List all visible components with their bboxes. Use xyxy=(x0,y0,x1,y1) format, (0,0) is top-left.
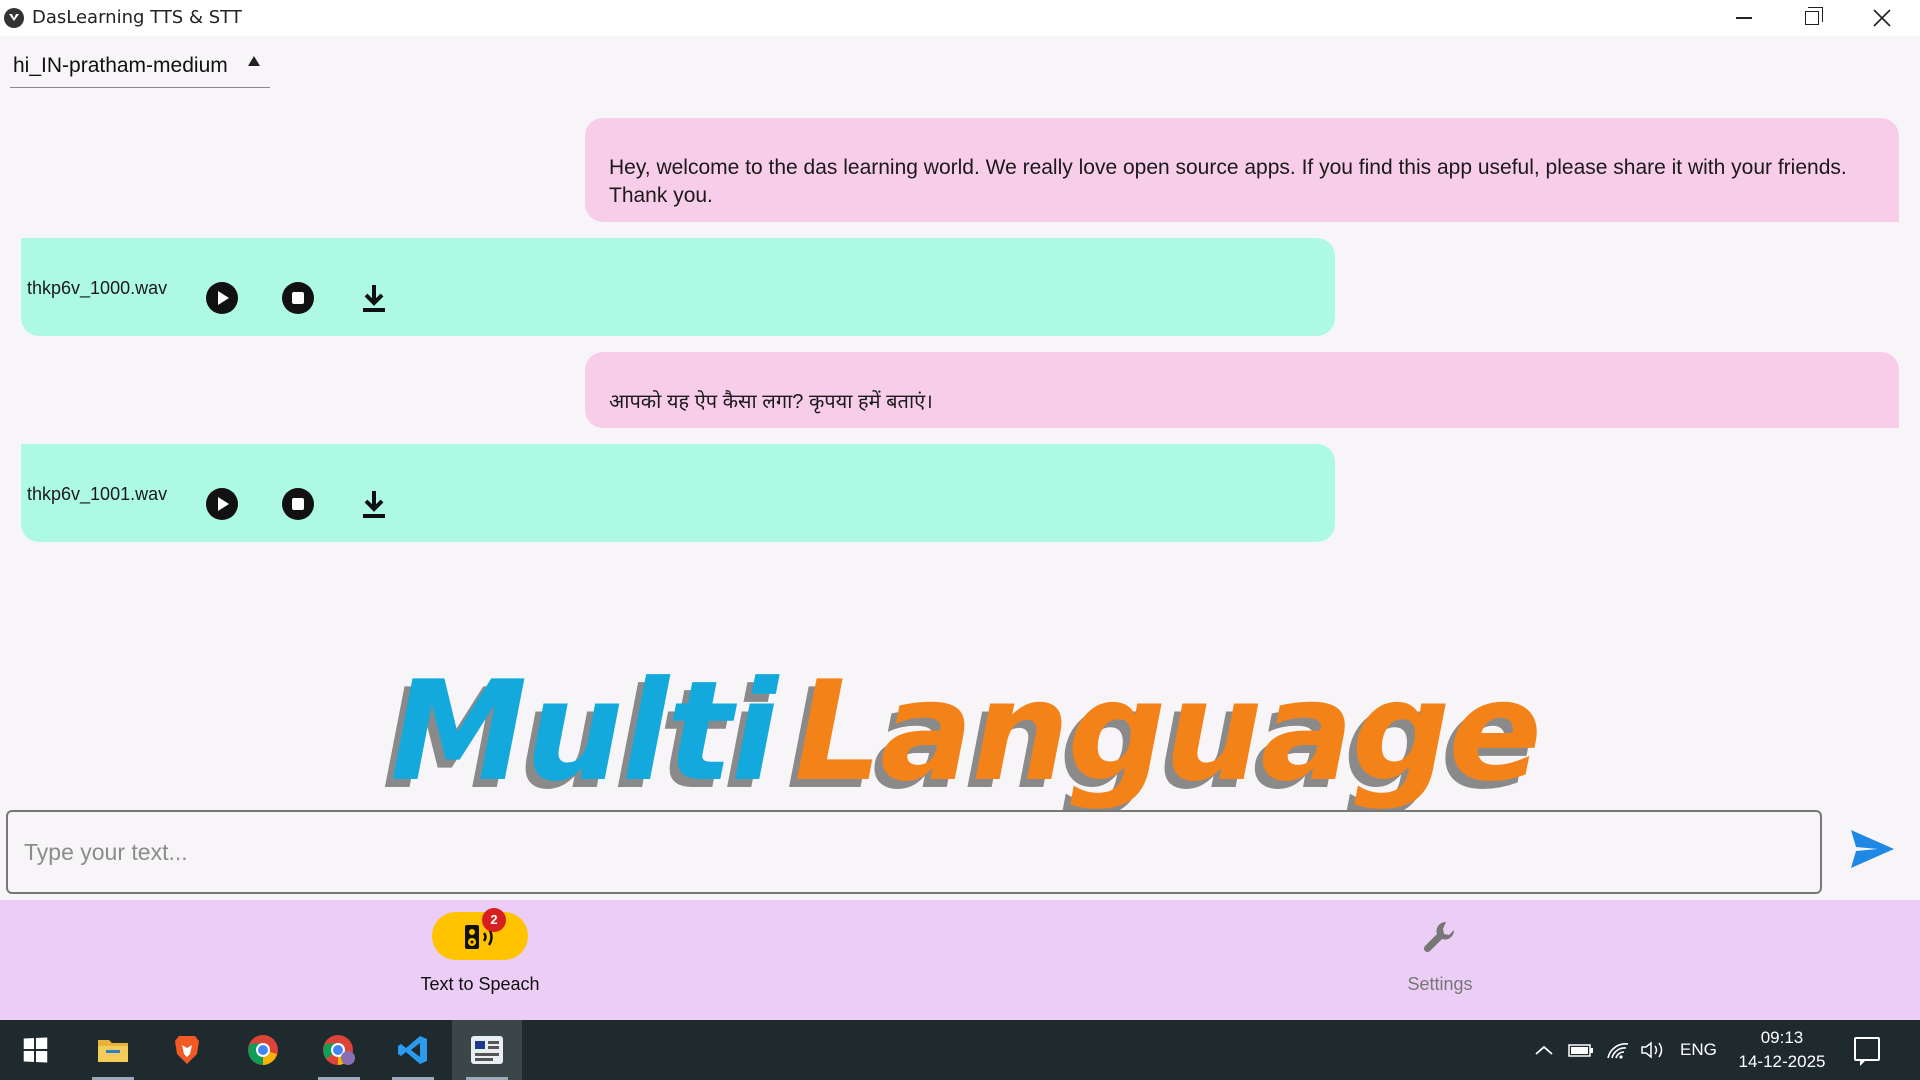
brave-icon xyxy=(175,1036,199,1064)
bottom-navigation: 2 Text to Speach Settings xyxy=(0,900,1920,1020)
wrench-icon xyxy=(1423,921,1455,953)
voice-dropdown[interactable]: hi_IN-pratham-medium xyxy=(10,50,270,88)
nav-label-tts: Text to Speach xyxy=(420,974,540,994)
chrome-icon xyxy=(248,1035,278,1065)
download-icon[interactable] xyxy=(359,282,389,314)
nav-settings[interactable]: Settings xyxy=(1290,900,1590,1020)
multi-language-banner: Multi Language xyxy=(390,652,1590,812)
close-icon xyxy=(1873,9,1891,27)
windows-taskbar: ENG 09:13 14-12-2025 xyxy=(0,1020,1920,1080)
taskbar-file-explorer[interactable] xyxy=(78,1020,148,1080)
dropdown-arrow-icon xyxy=(248,56,260,66)
voice-dropdown-value: hi_IN-pratham-medium xyxy=(13,54,228,77)
taskbar-vscode[interactable] xyxy=(378,1020,448,1080)
tray-clock[interactable]: 09:13 14-12-2025 xyxy=(1730,1026,1834,1074)
tts-app-icon xyxy=(471,1036,503,1064)
taskbar-tts-app[interactable] xyxy=(452,1020,522,1080)
stop-button[interactable] xyxy=(282,488,314,520)
text-input[interactable] xyxy=(6,810,1822,894)
app-logo-icon xyxy=(4,8,24,28)
taskbar-chrome[interactable] xyxy=(228,1020,298,1080)
nav-active-indicator xyxy=(432,912,528,960)
volume-icon xyxy=(1641,1041,1663,1059)
audio-filename: thkp6v_1001.wav xyxy=(27,484,168,504)
nav-text-to-speech[interactable]: 2 Text to Speach xyxy=(330,900,630,1020)
tray-volume[interactable] xyxy=(1640,1020,1666,1080)
user-message-bubble: आपको यह ऐप कैसा लगा? कृपया हमें बताएं। xyxy=(585,352,1899,428)
clock-time: 09:13 xyxy=(1760,1028,1804,1047)
minimize-button[interactable] xyxy=(1710,0,1778,36)
nav-label-settings: Settings xyxy=(1407,974,1473,994)
audio-message-bubble: thkp6v_1001.wav xyxy=(21,444,1335,542)
audio-message-bubble: thkp6v_1000.wav xyxy=(21,238,1335,336)
window-title: DasLearning TTS & STT xyxy=(32,7,242,28)
banner-word-multi: Multi xyxy=(390,651,778,812)
clock-date: 14-12-2025 xyxy=(1738,1052,1826,1071)
tray-language[interactable]: ENG xyxy=(1680,1020,1717,1080)
minimize-icon xyxy=(1736,17,1752,19)
title-bar: DasLearning TTS & STT xyxy=(0,0,1920,36)
start-button[interactable] xyxy=(0,1020,70,1080)
tray-show-hidden[interactable] xyxy=(1534,1020,1554,1080)
chrome-profile-icon xyxy=(323,1035,355,1065)
wifi-icon xyxy=(1607,1043,1629,1059)
tray-wifi[interactable] xyxy=(1606,1020,1630,1080)
tray-battery[interactable] xyxy=(1568,1020,1594,1080)
close-button[interactable] xyxy=(1848,0,1916,36)
notification-badge: 2 xyxy=(482,908,506,932)
taskbar-chrome-profile[interactable] xyxy=(304,1020,374,1080)
taskbar-brave[interactable] xyxy=(152,1020,222,1080)
play-button[interactable] xyxy=(206,282,238,314)
battery-icon xyxy=(1568,1044,1593,1057)
restore-button[interactable] xyxy=(1778,0,1846,36)
send-icon[interactable] xyxy=(1848,826,1896,872)
banner-word-language: Language xyxy=(794,651,1542,812)
stop-button[interactable] xyxy=(282,282,314,314)
audio-filename: thkp6v_1000.wav xyxy=(27,278,168,298)
file-explorer-icon xyxy=(98,1040,128,1062)
notification-center-icon[interactable] xyxy=(1854,1037,1880,1066)
user-message-text: आपको यह ऐप कैसा लगा? कृपया हमें बताएं। xyxy=(609,391,933,413)
start-icon xyxy=(23,1037,48,1063)
play-button[interactable] xyxy=(206,488,238,520)
user-message-bubble: Hey, welcome to the das learning world. … xyxy=(585,118,1899,222)
chevron-up-icon xyxy=(1535,1045,1553,1055)
vscode-icon xyxy=(398,1036,427,1064)
restore-icon xyxy=(1805,7,1823,25)
user-message-text: Hey, welcome to the das learning world. … xyxy=(609,156,1847,207)
download-icon[interactable] xyxy=(359,488,389,520)
